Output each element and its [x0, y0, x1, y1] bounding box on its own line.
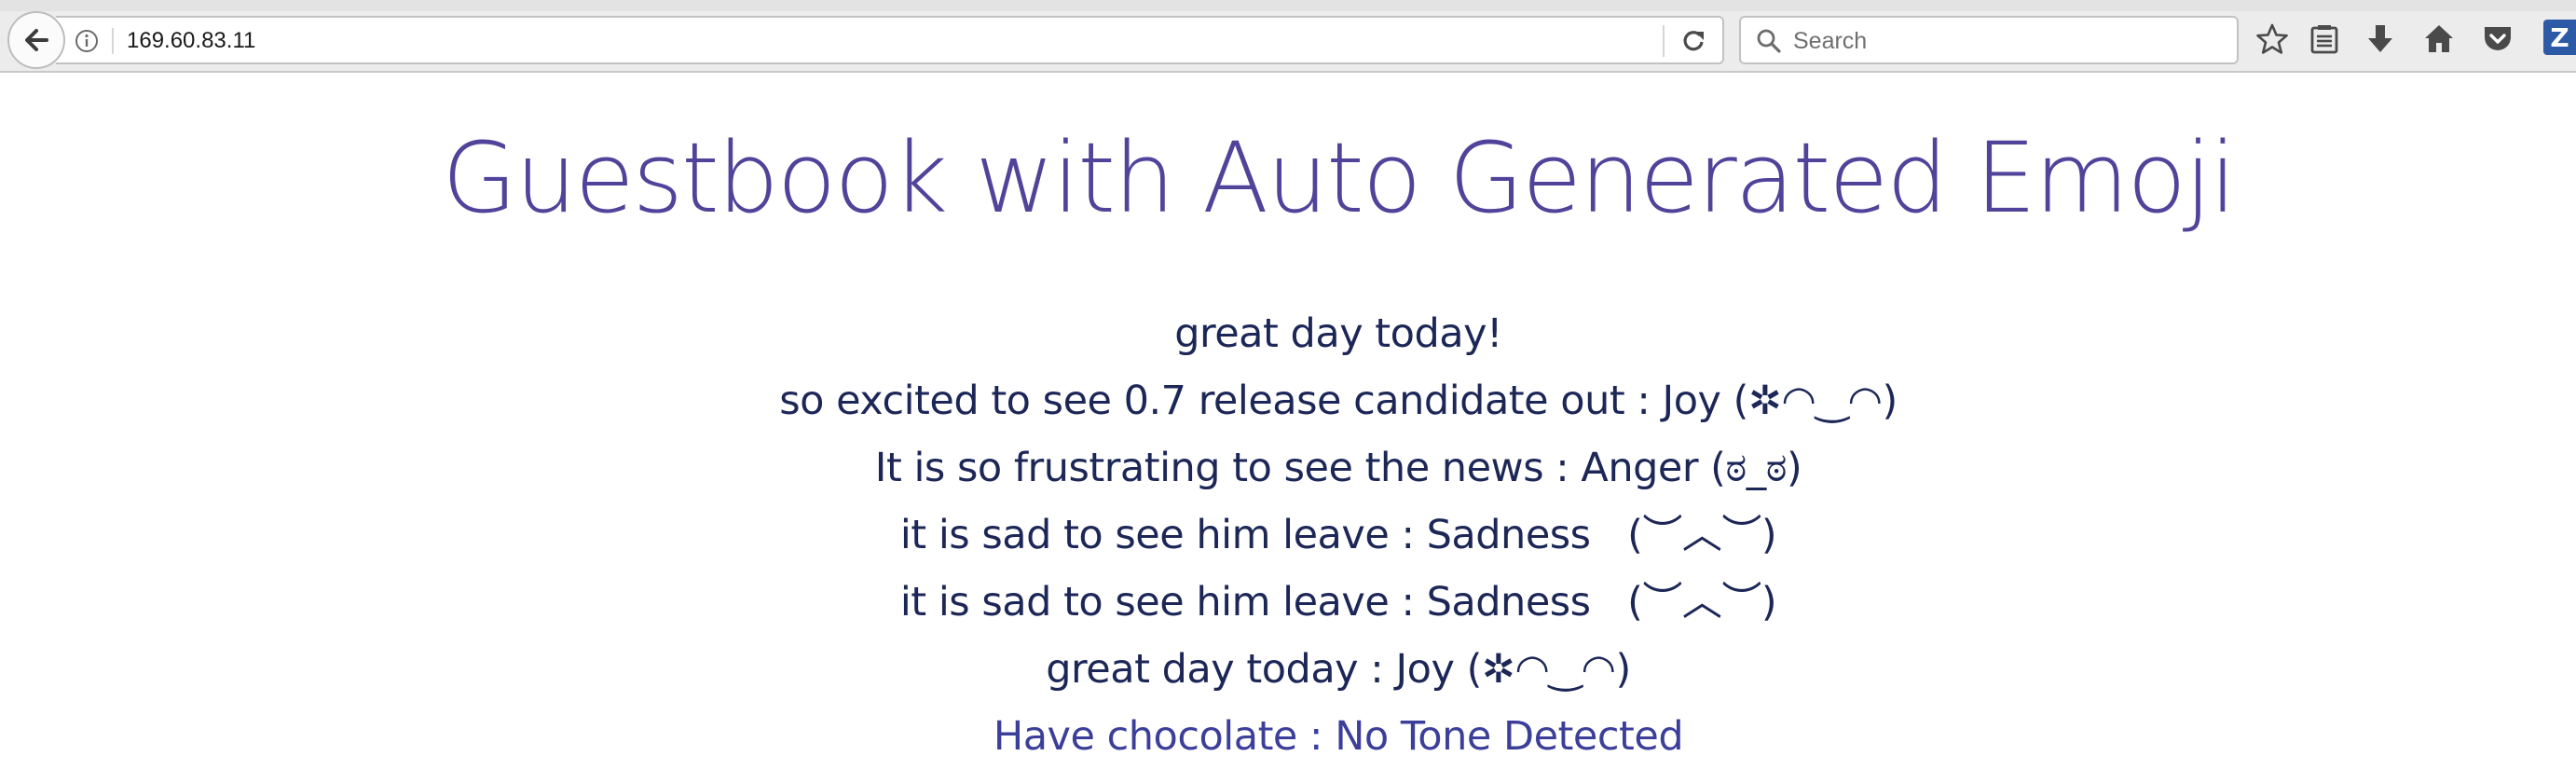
pocket-icon [2485, 27, 2511, 50]
back-button[interactable] [7, 11, 65, 69]
url-text[interactable]: 169.60.83.11 [127, 27, 255, 55]
url-separator [112, 28, 114, 54]
guestbook-entry: it is sad to see him leave : Sadness (︶︿… [899, 512, 1777, 558]
guestbook-entry: It is so frustrating to see the news : A… [874, 445, 1802, 491]
page-title: Guestbook with Auto Generated Emoji [442, 121, 2236, 235]
bookmark-star-button[interactable] [2250, 17, 2295, 62]
search-input[interactable] [1793, 23, 2222, 59]
guestbook-entry: so excited to see 0.7 release candidate … [779, 378, 1898, 424]
guestbook-entry: Have chocolate : No Tone Detected [993, 713, 1684, 760]
search-bar[interactable] [1739, 16, 2239, 64]
back-arrow-icon [25, 29, 48, 51]
download-arrow-icon [2368, 25, 2392, 52]
downloads-button[interactable] [2358, 17, 2403, 62]
tab-strip [0, 0, 2576, 11]
search-icon [1757, 29, 1781, 53]
guestbook-entries: great day today! so excited to see 0.7 r… [0, 300, 2576, 770]
guestbook-entry: it is sad to see him leave : Sadness (︶︿… [899, 579, 1777, 626]
address-bar[interactable]: 169.60.83.11 [56, 16, 1724, 64]
guestbook-entry: great day today! [1174, 310, 1502, 357]
reader-list-button[interactable] [2302, 17, 2347, 62]
home-icon [2425, 25, 2453, 52]
info-icon[interactable] [75, 29, 99, 53]
reader-list-icon [2310, 25, 2338, 54]
reload-separator [1663, 25, 1665, 57]
star-bookmark-icon [2256, 23, 2288, 54]
zotero-icon[interactable]: Z [2543, 20, 2576, 55]
guestbook-entry: great day today : Joy (✲◠‿◠) [1046, 646, 1631, 693]
browser-toolbar: 169.60.83.11 Search Z [0, 0, 2576, 73]
reload-icon [1683, 31, 1704, 51]
home-button[interactable] [2417, 17, 2461, 62]
pocket-button[interactable] [2475, 17, 2520, 62]
reload-button[interactable] [1674, 21, 1713, 61]
